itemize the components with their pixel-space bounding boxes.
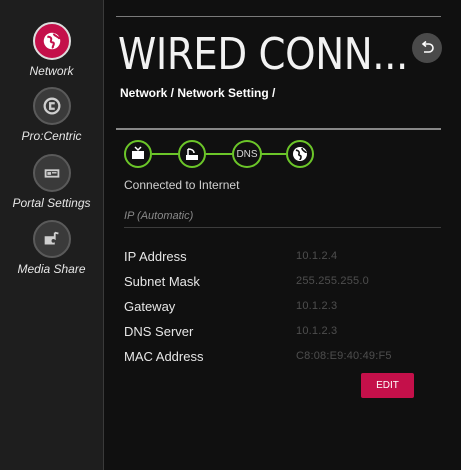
top-divider (116, 16, 441, 17)
tv-icon (124, 140, 152, 168)
status-link (152, 153, 178, 155)
info-value: C8:08:E9:40:49:F5 (296, 350, 392, 362)
info-value: 10.1.2.4 (296, 250, 338, 262)
info-label: MAC Address (124, 349, 204, 364)
info-value: 255.255.255.0 (296, 275, 369, 287)
sidebar-item-label: Portal Settings (12, 196, 91, 210)
status-link (206, 153, 232, 155)
info-label: Subnet Mask (124, 274, 200, 289)
sidebar-item-network[interactable]: Network (0, 22, 103, 78)
sidebar-item-media-share[interactable]: Media Share (0, 220, 103, 276)
info-row-ip-address: IP Address 10.1.2.4 (124, 249, 441, 271)
info-row-subnet-mask: Subnet Mask 255.255.255.0 (124, 274, 441, 296)
globe-icon (286, 140, 314, 168)
router-icon (178, 140, 206, 168)
media-share-icon (32, 220, 71, 258)
info-value: 10.1.2.3 (296, 325, 338, 337)
info-label: Gateway (124, 299, 176, 314)
back-button[interactable] (412, 33, 442, 63)
sidebar-item-label: Media Share (17, 262, 86, 276)
sidebar-item-label: Pro:Centric (21, 129, 82, 143)
info-row-dns-server: DNS Server 10.1.2.3 (124, 324, 441, 346)
ip-mode-divider (124, 227, 441, 228)
info-value: 10.1.2.3 (296, 300, 338, 312)
info-label: IP Address (124, 249, 187, 264)
ip-mode-label: IP (Automatic) (124, 210, 194, 222)
sidebar-item-portal-settings[interactable]: Portal Settings (0, 154, 103, 210)
status-link (260, 153, 286, 155)
procentric-icon (32, 87, 71, 125)
settings-screen: Network Pro:Centric Portal Settings Medi… (0, 0, 461, 470)
back-arrow-icon (421, 40, 434, 53)
sidebar-item-label: Network (29, 64, 74, 78)
connection-status-text: Connected to Internet (124, 178, 240, 192)
info-row-gateway: Gateway 10.1.2.3 (124, 299, 441, 321)
dns-label: DNS (236, 148, 258, 160)
sidebar-item-procentric[interactable]: Pro:Centric (0, 87, 103, 143)
breadcrumb: Network / Network Setting / (120, 86, 276, 100)
sidebar: Network Pro:Centric Portal Settings Medi… (0, 0, 104, 470)
dns-icon: DNS (232, 140, 262, 168)
header-divider (116, 128, 441, 130)
portal-icon (32, 154, 71, 192)
info-row-mac-address: MAC Address C8:08:E9:40:49:F5 (124, 349, 441, 371)
page-title: WIRED CONN... (118, 29, 408, 80)
globe-icon (32, 22, 71, 60)
edit-button[interactable]: EDIT (361, 373, 414, 398)
info-label: DNS Server (124, 324, 194, 339)
